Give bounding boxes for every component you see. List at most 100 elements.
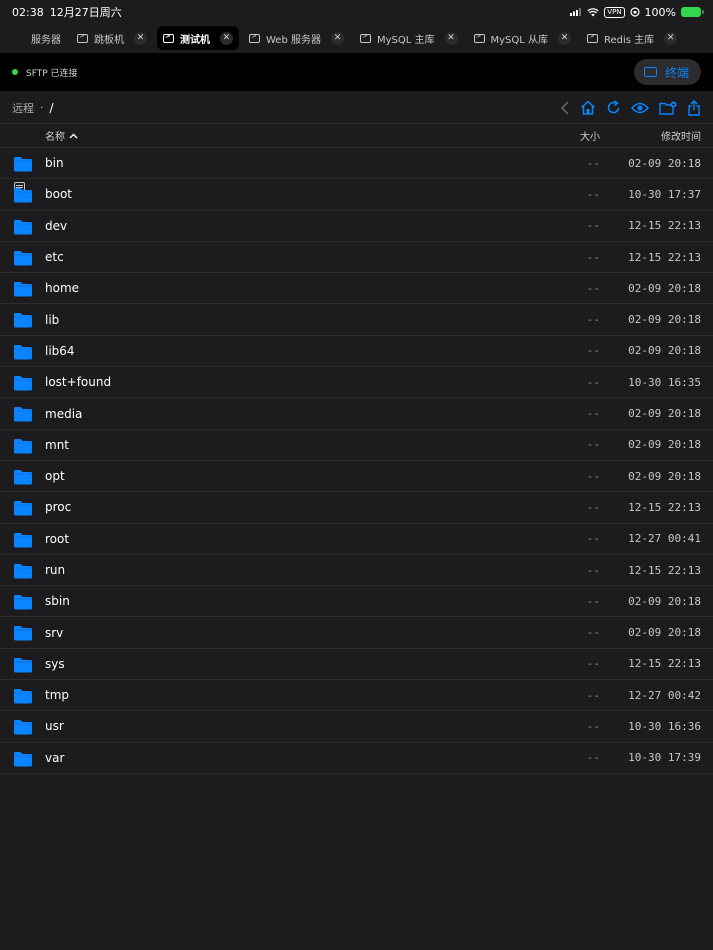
back-icon[interactable] xyxy=(560,100,570,115)
file-modified-time: 02-09 20:18 xyxy=(628,281,701,295)
breadcrumb-separator: · xyxy=(40,101,44,114)
vpn-badge: VPN xyxy=(604,6,625,18)
status-time: 02:38 xyxy=(12,5,44,19)
close-tab-icon[interactable]: ✕ xyxy=(664,31,678,45)
file-size: -- xyxy=(586,657,600,671)
folder-icon xyxy=(13,594,33,614)
file-size: -- xyxy=(586,626,600,640)
file-row-run[interactable]: run -- 12-15 22:13 xyxy=(0,555,713,587)
file-modified-time: 02-09 20:18 xyxy=(628,313,701,327)
terminal-button[interactable]: 终端 xyxy=(633,59,701,85)
column-name-header[interactable]: 名称 xyxy=(45,128,78,143)
status-bar: 02:38 12月27日周六 VPN 100% xyxy=(0,0,713,24)
file-list: bin -- 02-09 20:18 boot -- 10-30 17:37 dev -- 12… xyxy=(0,148,713,774)
close-tab-icon[interactable]: ✕ xyxy=(444,31,458,45)
close-tab-icon[interactable]: ✕ xyxy=(134,31,147,45)
refresh-icon[interactable] xyxy=(606,100,621,115)
close-tab-icon[interactable]: ✕ xyxy=(558,31,572,45)
file-row-lost-found[interactable]: lost+found -- 10-30 16:35 xyxy=(0,367,713,399)
folder-icon xyxy=(13,563,33,583)
file-size: -- xyxy=(586,532,600,546)
file-modified-time: 02-09 20:18 xyxy=(628,407,701,421)
file-row-var[interactable]: var -- 10-30 17:39 xyxy=(0,743,713,774)
share-icon[interactable] xyxy=(687,99,701,116)
file-row-lib64[interactable]: lib64 -- 02-09 20:18 xyxy=(0,336,713,368)
folder-icon xyxy=(13,312,33,332)
close-tab-icon[interactable]: ✕ xyxy=(220,31,233,45)
file-modified-time: 10-30 16:35 xyxy=(628,375,701,389)
file-name: usr xyxy=(45,719,64,734)
file-row-dev[interactable]: dev -- 12-15 22:13 xyxy=(0,211,713,242)
tab-jump-host[interactable]: 跳板机 ✕ xyxy=(71,26,153,50)
file-toolbar xyxy=(560,99,701,116)
folder-icon xyxy=(13,688,33,708)
file-size: -- xyxy=(586,344,600,358)
file-name: boot xyxy=(45,187,73,202)
connected-status-dot xyxy=(12,69,18,75)
close-tab-icon[interactable]: ✕ xyxy=(330,31,344,45)
battery-percent: 100% xyxy=(644,5,676,19)
new-folder-icon[interactable] xyxy=(659,101,677,115)
column-modified-header[interactable]: 修改时间 xyxy=(661,128,701,143)
terminal-button-label: 终端 xyxy=(664,65,689,80)
file-modified-time: 02-09 20:18 xyxy=(628,344,701,358)
eye-icon[interactable] xyxy=(631,102,649,114)
file-row-home[interactable]: home -- 02-09 20:18 xyxy=(0,273,713,305)
folder-icon xyxy=(13,751,33,771)
file-row-media[interactable]: media -- 02-09 20:18 xyxy=(0,398,713,430)
file-row-proc[interactable]: proc -- 12-15 22:13 xyxy=(0,492,713,524)
file-modified-time: 12-15 22:13 xyxy=(628,250,701,264)
file-size: -- xyxy=(586,500,600,514)
tab-label: 跳板机 xyxy=(94,34,124,46)
folder-icon xyxy=(13,281,33,301)
connection-status-label: SFTP 已连接 xyxy=(26,68,78,79)
file-row-lib[interactable]: lib -- 02-09 20:18 xyxy=(0,304,713,336)
tab-redis-master[interactable]: Redis 主库 ✕ xyxy=(581,26,683,50)
folder-icon xyxy=(13,625,33,645)
file-row-usr[interactable]: usr -- 10-30 16:36 xyxy=(0,711,713,743)
terminal-icon xyxy=(77,32,88,43)
tab-mysql-slave[interactable]: MySQL 从库 ✕ xyxy=(468,26,578,50)
file-size: -- xyxy=(586,438,600,452)
breadcrumb: 远程 · / xyxy=(12,100,54,116)
tab-mysql-master[interactable]: MySQL 主库 ✕ xyxy=(354,26,464,50)
file-row-mnt[interactable]: mnt -- 02-09 20:18 xyxy=(0,430,713,461)
folder-icon xyxy=(13,406,33,426)
wifi-icon xyxy=(587,7,599,16)
file-name: opt xyxy=(45,469,65,484)
tab-label: 测试机 xyxy=(180,34,210,46)
file-row-tmp[interactable]: tmp -- 12-27 00:42 xyxy=(0,680,713,712)
folder-icon xyxy=(13,344,33,364)
column-name-label: 名称 xyxy=(45,132,65,143)
file-row-opt[interactable]: opt -- 02-09 20:18 xyxy=(0,461,713,493)
file-modified-time: 10-30 16:36 xyxy=(628,719,701,733)
tab-servers[interactable]: 服务器 xyxy=(8,26,67,191)
file-name: sys xyxy=(45,656,65,671)
file-modified-time: 10-30 17:37 xyxy=(628,187,701,201)
tab-label: MySQL 主库 xyxy=(376,34,435,46)
file-row-etc[interactable]: etc -- 12-15 22:13 xyxy=(0,242,713,274)
home-icon[interactable] xyxy=(580,100,596,115)
file-size: -- xyxy=(586,313,600,327)
file-name: root xyxy=(45,531,70,546)
folder-icon xyxy=(13,532,33,552)
file-row-sys[interactable]: sys -- 12-15 22:13 xyxy=(0,649,713,681)
orientation-lock-icon xyxy=(629,7,640,17)
column-size-header[interactable]: 大小 xyxy=(580,128,600,143)
file-row-sbin[interactable]: sbin -- 02-09 20:18 xyxy=(0,586,713,618)
file-row-boot[interactable]: boot -- 10-30 17:37 xyxy=(0,179,713,211)
file-row-root[interactable]: root -- 12-27 00:41 xyxy=(0,524,713,555)
file-size: -- xyxy=(586,375,600,389)
file-row-srv[interactable]: srv -- 02-09 20:18 xyxy=(0,617,713,649)
terminal-icon xyxy=(643,67,657,77)
file-row-bin[interactable]: bin -- 02-09 20:18 xyxy=(0,148,713,180)
tab-web-server[interactable]: Web 服务器 ✕ xyxy=(243,26,350,50)
tab-test-machine[interactable]: 测试机 ✕ xyxy=(157,26,239,50)
terminal-icon xyxy=(473,32,485,43)
file-modified-time: 12-15 22:13 xyxy=(628,500,701,514)
breadcrumb-root[interactable]: 远程 xyxy=(12,100,34,116)
file-name: sbin xyxy=(45,594,70,609)
breadcrumb-current: / xyxy=(49,100,54,115)
file-size: -- xyxy=(586,719,600,733)
file-name: bin xyxy=(45,156,64,171)
